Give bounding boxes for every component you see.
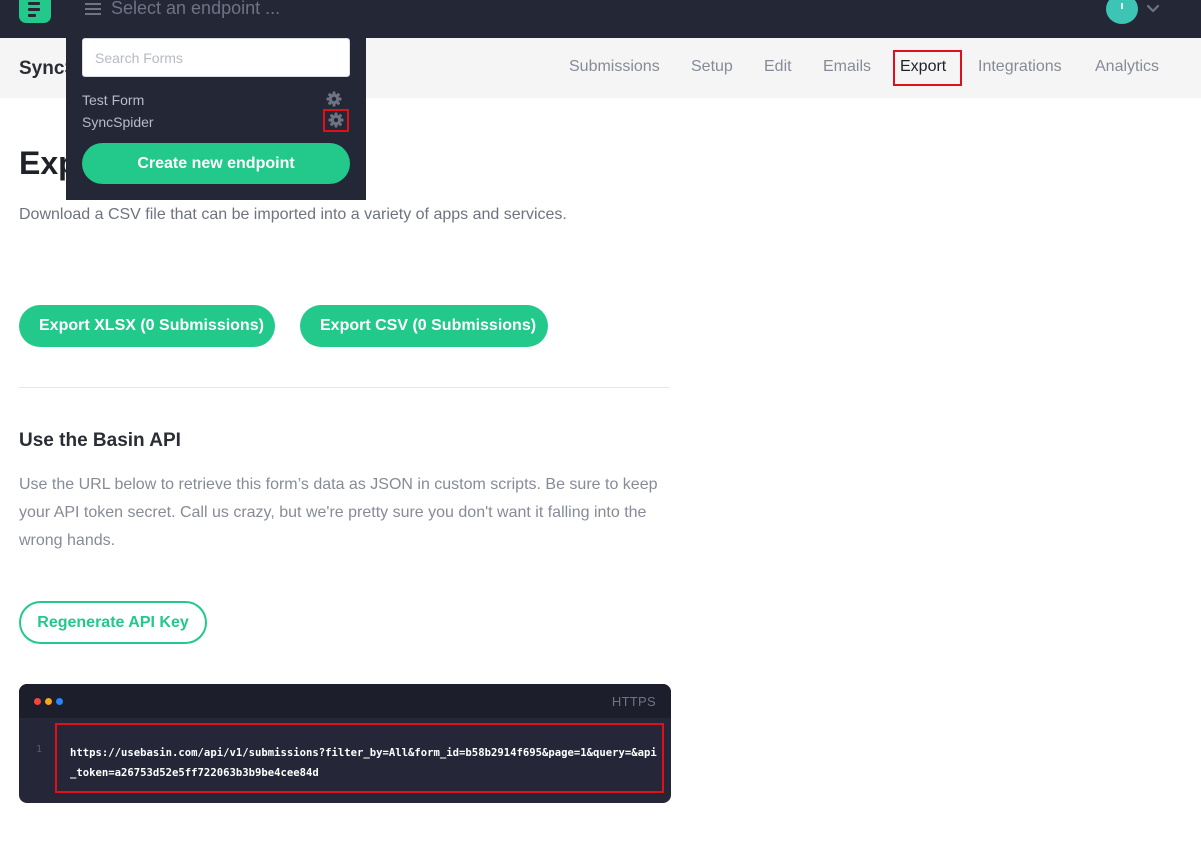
- endpoint-item-syncspider[interactable]: SyncSpider: [82, 114, 154, 130]
- gear-highlight: [323, 109, 349, 132]
- regenerate-api-key-button[interactable]: Regenerate API Key: [19, 601, 207, 644]
- tab-edit[interactable]: Edit: [764, 58, 792, 76]
- code-header: HTTPS: [19, 684, 671, 718]
- tab-analytics[interactable]: Analytics: [1095, 58, 1159, 76]
- tab-submissions[interactable]: Submissions: [569, 58, 660, 76]
- page-description: Download a CSV file that can be imported…: [19, 206, 567, 223]
- hamburger-icon[interactable]: [85, 3, 101, 15]
- export-tab-highlight: [893, 50, 962, 86]
- create-endpoint-button[interactable]: Create new endpoint: [82, 143, 350, 184]
- tab-emails[interactable]: Emails: [823, 58, 871, 76]
- api-url-code-block: HTTPS 1 https://usebasin.com/api/v1/subm…: [19, 684, 671, 803]
- window-close-dot-icon: [34, 698, 41, 705]
- line-number: 1: [36, 744, 43, 755]
- api-description: Use the URL below to retrieve this form’…: [19, 476, 658, 549]
- tab-integrations[interactable]: Integrations: [978, 58, 1062, 76]
- chevron-down-icon[interactable]: [1145, 2, 1161, 16]
- api-url-highlight: [55, 723, 664, 793]
- top-bar: Select an endpoint ...: [0, 0, 1201, 38]
- search-forms-input[interactable]: [82, 38, 350, 77]
- endpoint-item-test-form[interactable]: Test Form: [82, 92, 144, 108]
- code-language-label: HTTPS: [611, 694, 656, 709]
- tab-setup[interactable]: Setup: [691, 58, 733, 76]
- user-avatar[interactable]: [1106, 0, 1138, 24]
- window-maximize-dot-icon: [56, 698, 63, 705]
- endpoint-dropdown: Test Form SyncSpider Create new endpoint: [66, 38, 366, 200]
- basin-logo-icon[interactable]: [19, 0, 51, 23]
- endpoint-select[interactable]: Select an endpoint ...: [111, 0, 280, 19]
- api-heading: Use the Basin API: [19, 430, 181, 451]
- window-minimize-dot-icon: [45, 698, 52, 705]
- gear-icon[interactable]: [326, 91, 342, 107]
- section-divider: [19, 387, 670, 388]
- export-csv-button[interactable]: Export CSV (0 Submissions): [300, 305, 548, 347]
- export-xlsx-button[interactable]: Export XLSX (0 Submissions): [19, 305, 275, 347]
